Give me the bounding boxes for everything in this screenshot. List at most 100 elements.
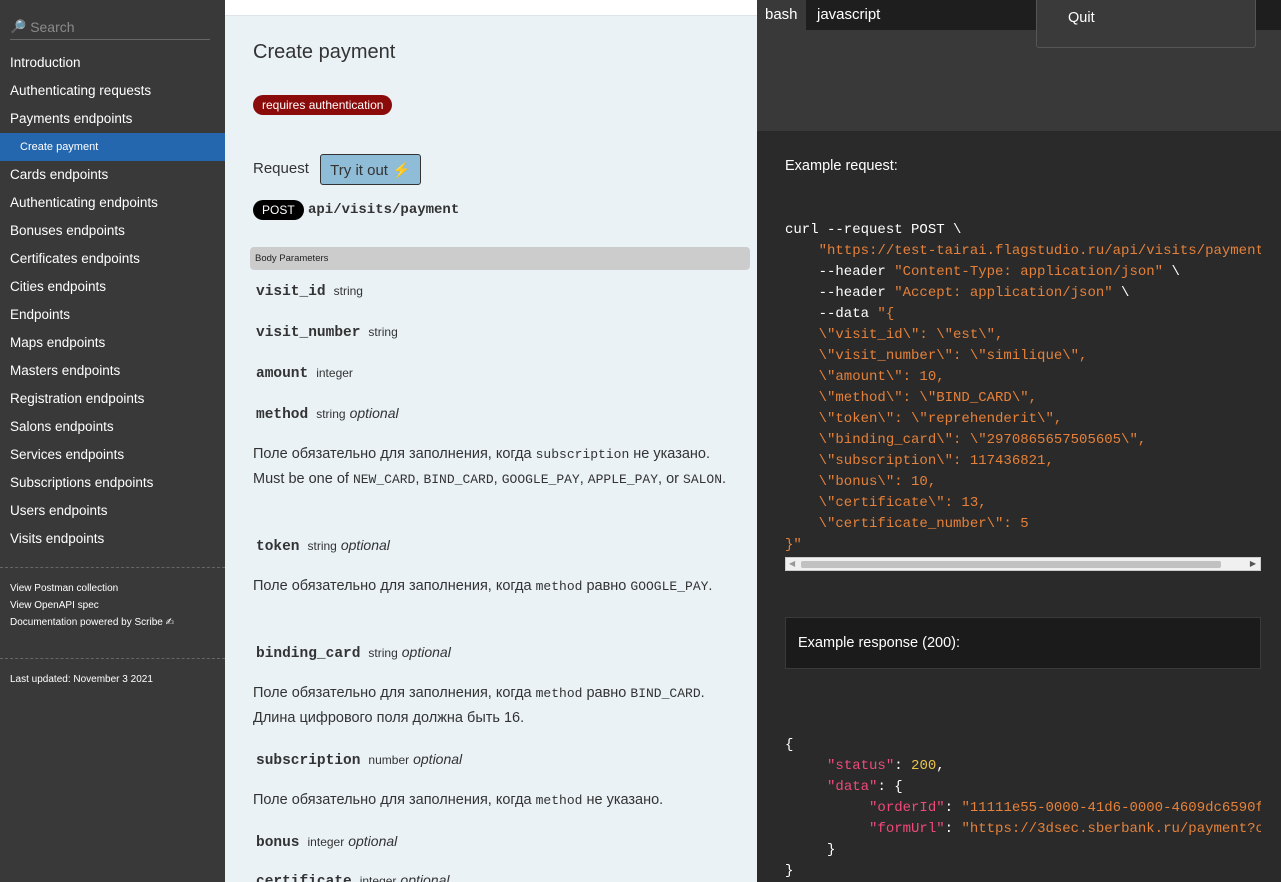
- divider: [0, 567, 225, 568]
- try-it-out-button[interactable]: Try it out ⚡: [320, 154, 421, 185]
- scribe-link[interactable]: Documentation powered by Scribe ✍: [10, 617, 174, 628]
- sidebar-item-cities-endpoints[interactable]: Cities endpoints: [0, 273, 225, 301]
- sidebar-item-authenticating-requests[interactable]: Authenticating requests: [0, 77, 225, 105]
- search-box[interactable]: 🔎: [10, 14, 210, 40]
- param-token-description: Поле обязательно для заполнения, когда m…: [253, 578, 713, 594]
- scroll-left-icon[interactable]: ◀: [789, 559, 795, 568]
- sidebar-item-bonuses-endpoints[interactable]: Bonuses endpoints: [0, 217, 225, 245]
- sidebar-item-services-endpoints[interactable]: Services endpoints: [0, 441, 225, 469]
- desc-text: Поле обязательно для заполнения, когда: [253, 685, 536, 701]
- sidebar-subitem-create-payment[interactable]: Create payment: [0, 133, 225, 161]
- param-type: integer: [316, 366, 353, 380]
- sidebar-item-maps-endpoints[interactable]: Maps endpoints: [0, 329, 225, 357]
- curl-header-flag: --header: [785, 264, 895, 280]
- desc-code: method: [535, 686, 583, 701]
- curl-body-line: \"visit_number\": \"similique\",: [785, 348, 1088, 364]
- param-optional: optional: [413, 751, 463, 767]
- sidebar-item-registration-endpoints[interactable]: Registration endpoints: [0, 385, 225, 413]
- desc-code: GOOGLE_PAY: [501, 472, 580, 487]
- curl-body-line: \"bonus\": 10,: [785, 474, 937, 490]
- search-input[interactable]: [30, 18, 201, 35]
- curl-body-line: \"amount\": 10,: [785, 369, 945, 385]
- json-string: "https://3dsec.sberbank.ru/payment?order…: [961, 821, 1261, 837]
- desc-code: BIND_CARD: [630, 686, 701, 701]
- json-number: 200: [911, 758, 937, 774]
- horizontal-scrollbar[interactable]: ◀ ▶: [785, 557, 1261, 571]
- sidebar-item-subscriptions-endpoints[interactable]: Subscriptions endpoints: [0, 469, 225, 497]
- last-updated: Last updated: November 3 2021: [10, 674, 153, 685]
- param-type: string: [368, 646, 398, 660]
- param-visit-number: visit_number string: [256, 323, 398, 341]
- sidebar-item-introduction[interactable]: Introduction: [0, 49, 225, 77]
- desc-code: method: [535, 793, 583, 808]
- method-badge: POST: [253, 200, 304, 220]
- sidebar: 🔎 Introduction Authenticating requests P…: [0, 0, 225, 882]
- curl-body-line: \"certificate_number\": 5: [785, 516, 1029, 532]
- param-certificate: certificate integer optional: [256, 872, 449, 882]
- desc-code: subscription: [535, 447, 630, 462]
- curl-body-line: }": [785, 537, 802, 553]
- curl-body-line: \"subscription\": 117436821,: [785, 453, 1054, 469]
- desc-code: APPLE_PAY: [587, 472, 659, 487]
- sidebar-item-certificates-endpoints[interactable]: Certificates endpoints: [0, 245, 225, 273]
- code-panel: bash javascript Quit Example request: cu…: [757, 0, 1281, 882]
- example-response-label: Example response (200):: [798, 635, 960, 651]
- sidebar-item-cards-endpoints[interactable]: Cards endpoints: [0, 161, 225, 189]
- sidebar-item-endpoints[interactable]: Endpoints: [0, 301, 225, 329]
- desc-code: BIND_CARD: [423, 472, 494, 487]
- divider: [0, 658, 225, 659]
- curl-body-line: \"visit_id\": \"est\",: [785, 327, 1004, 343]
- openapi-spec-link[interactable]: View OpenAPI spec: [10, 600, 99, 611]
- param-subscription-description: Поле обязательно для заполнения, когда m…: [253, 788, 733, 813]
- json-string: "11111e55-0000-41d6-0000-4609dc6590f4": [961, 800, 1261, 816]
- sidebar-item-payments-endpoints[interactable]: Payments endpoints: [0, 105, 225, 133]
- param-optional: optional: [348, 833, 398, 849]
- desc-text: Поле обязательно для заполнения, когда: [253, 446, 536, 462]
- param-type: integer: [359, 874, 397, 882]
- scrollbar-thumb[interactable]: [801, 561, 1221, 568]
- param-type: integer: [307, 835, 345, 849]
- scroll-right-icon[interactable]: ▶: [1250, 559, 1256, 568]
- param-amount: amount integer: [256, 364, 353, 382]
- param-type: string: [307, 539, 337, 553]
- param-optional: optional: [401, 644, 451, 660]
- sidebar-item-masters-endpoints[interactable]: Masters endpoints: [0, 357, 225, 385]
- desc-code: SALON: [683, 472, 723, 487]
- param-name: amount: [256, 366, 309, 382]
- sidebar-item-authenticating-endpoints[interactable]: Authenticating endpoints: [0, 189, 225, 217]
- param-type: string: [368, 325, 398, 339]
- desc-text: равно: [582, 685, 631, 701]
- json-key: "orderId": [869, 800, 945, 816]
- tab-bash[interactable]: bash: [757, 0, 806, 30]
- menu-item-quit[interactable]: Quit: [1068, 10, 1095, 26]
- json-key: "data": [827, 779, 878, 795]
- sidebar-item-users-endpoints[interactable]: Users endpoints: [0, 497, 225, 525]
- endpoint-path: api/visits/payment: [308, 202, 460, 218]
- curl-body-line: \"binding_card\": \"2970865657505605\",: [785, 432, 1147, 448]
- main-content: Create payment requires authentication R…: [225, 0, 757, 882]
- param-name: visit_id: [256, 284, 326, 300]
- sidebar-nav: Introduction Authenticating requests Pay…: [0, 49, 225, 553]
- curl-header-value: "Content-Type: application/json": [894, 264, 1164, 280]
- curl-body-line: "{: [877, 306, 895, 322]
- auth-badge: requires authentication: [253, 95, 393, 115]
- json-key: "status": [827, 758, 895, 774]
- body-parameters-header: Body Parameters: [250, 247, 750, 270]
- param-subscription: subscription number optional: [256, 751, 462, 769]
- param-name: binding_card: [256, 646, 361, 662]
- desc-text: не указано.: [582, 792, 664, 808]
- curl-body-line: \"method\": \"BIND_CARD\",: [785, 390, 1038, 406]
- desc-text: Поле обязательно для заполнения, когда: [253, 792, 536, 808]
- sidebar-item-salons-endpoints[interactable]: Salons endpoints: [0, 413, 225, 441]
- sidebar-item-visits-endpoints[interactable]: Visits endpoints: [0, 525, 225, 553]
- page-title: Create payment: [253, 41, 396, 63]
- tab-javascript[interactable]: javascript: [809, 0, 888, 30]
- param-visit-id: visit_id string: [256, 282, 363, 300]
- top-strip: [225, 0, 757, 16]
- param-type: number: [368, 753, 410, 767]
- example-response-header: Example response (200):: [785, 617, 1261, 669]
- desc-code: NEW_CARD: [352, 472, 416, 487]
- curl-header-value: "Accept: application/json": [894, 285, 1113, 301]
- postman-collection-link[interactable]: View Postman collection: [10, 583, 118, 594]
- param-optional: optional: [340, 537, 390, 553]
